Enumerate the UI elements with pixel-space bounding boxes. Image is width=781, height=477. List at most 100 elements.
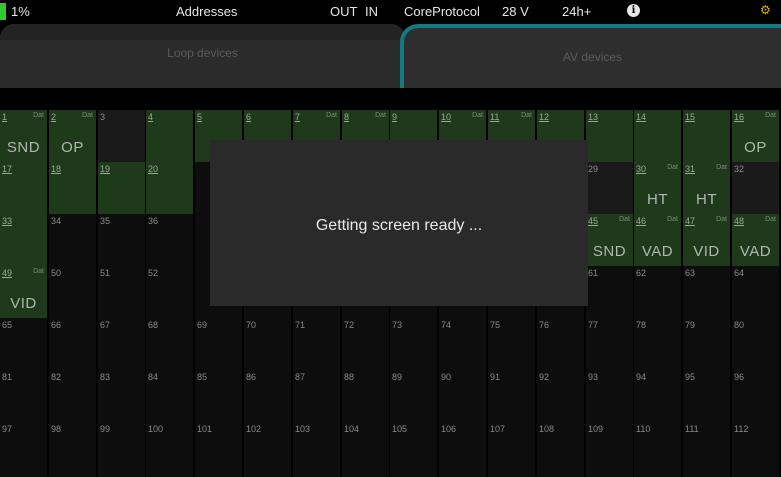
address-cell[interactable]: 83 (98, 370, 145, 425)
address-cell[interactable]: 63 (683, 266, 730, 321)
address-cell[interactable]: 64 (732, 266, 779, 321)
address-number: 10 (441, 112, 452, 122)
address-cell[interactable]: 103 (293, 422, 340, 477)
address-number: 7 (295, 112, 301, 122)
address-cell[interactable]: 105 (390, 422, 437, 477)
address-cell[interactable]: 45 Dat SND (586, 214, 633, 269)
address-cell[interactable]: 61 (586, 266, 633, 321)
address-cell[interactable]: 47 Dat VID (683, 214, 730, 269)
address-cell[interactable]: 1 Dat SND (0, 110, 47, 165)
address-number: 104 (344, 424, 360, 434)
address-cell[interactable]: 111 (683, 422, 730, 477)
address-cell[interactable]: 100 (146, 422, 193, 477)
address-cell[interactable]: 102 (244, 422, 291, 477)
address-cell[interactable]: 20 (146, 162, 193, 217)
address-cell[interactable]: 87 (293, 370, 340, 425)
address-cell[interactable]: 16 Dat OP (732, 110, 779, 165)
address-cell[interactable]: 84 (146, 370, 193, 425)
address-number: 45 (588, 216, 599, 226)
address-cell[interactable]: 31 Dat HT (683, 162, 730, 217)
address-cell[interactable]: 66 (49, 318, 96, 373)
address-cell[interactable]: 2 Dat OP (49, 110, 96, 165)
info-icon[interactable]: i (627, 4, 640, 17)
address-cell[interactable]: 80 (732, 318, 779, 373)
address-cell[interactable]: 104 (342, 422, 389, 477)
address-cell[interactable]: 86 (244, 370, 291, 425)
address-cell[interactable]: 81 (0, 370, 47, 425)
address-cell[interactable]: 48 Dat VAD (732, 214, 779, 269)
address-cell[interactable]: 93 (586, 370, 633, 425)
address-cell[interactable]: 18 (49, 162, 96, 217)
address-cell[interactable]: 69 (195, 318, 242, 373)
address-number: 52 (148, 268, 159, 278)
address-number: 75 (490, 320, 501, 330)
address-cell[interactable]: 34 (49, 214, 96, 269)
address-cell[interactable]: 92 (537, 370, 584, 425)
address-cell[interactable]: 97 (0, 422, 47, 477)
address-cell[interactable]: 79 (683, 318, 730, 373)
address-cell[interactable]: 98 (49, 422, 96, 477)
address-cell[interactable]: 78 (634, 318, 681, 373)
address-cell[interactable]: 17 (0, 162, 47, 217)
address-cell[interactable]: 62 (634, 266, 681, 321)
address-number: 47 (685, 216, 696, 226)
address-number: 61 (588, 268, 599, 278)
address-cell[interactable]: 99 (98, 422, 145, 477)
address-cell[interactable]: 91 (488, 370, 535, 425)
address-cell[interactable]: 110 (634, 422, 681, 477)
address-cell[interactable]: 35 (98, 214, 145, 269)
address-cell[interactable]: 49 Dat VID (0, 266, 47, 321)
address-cell[interactable]: 96 (732, 370, 779, 425)
address-cell[interactable]: 50 (49, 266, 96, 321)
address-number: 51 (100, 268, 111, 278)
address-cell[interactable]: 3 (98, 110, 145, 165)
address-cell[interactable]: 14 (634, 110, 681, 165)
address-cell[interactable]: 72 (342, 318, 389, 373)
out-indicator: OUT (330, 4, 358, 19)
address-cell[interactable]: 52 (146, 266, 193, 321)
address-cell[interactable]: 68 (146, 318, 193, 373)
tab-loop-devices[interactable]: Loop devices (0, 24, 405, 88)
address-cell[interactable]: 32 (732, 162, 779, 217)
address-cell[interactable]: 15 (683, 110, 730, 165)
address-cell[interactable]: 95 (683, 370, 730, 425)
warning-icon[interactable]: ⚙ (760, 3, 771, 17)
address-number: 34 (51, 216, 62, 226)
address-cell[interactable]: 112 (732, 422, 779, 477)
address-cell[interactable]: 107 (488, 422, 535, 477)
address-number: 71 (295, 320, 306, 330)
address-cell[interactable]: 33 (0, 214, 47, 269)
address-cell[interactable]: 4 (146, 110, 193, 165)
address-cell[interactable]: 94 (634, 370, 681, 425)
address-cell[interactable]: 89 (390, 370, 437, 425)
battery-percent: 1% (11, 4, 30, 19)
address-cell[interactable]: 75 (488, 318, 535, 373)
address-cell[interactable]: 29 (586, 162, 633, 217)
address-cell[interactable]: 67 (98, 318, 145, 373)
address-cell[interactable]: 77 (586, 318, 633, 373)
address-cell[interactable]: 36 (146, 214, 193, 269)
address-cell[interactable]: 109 (586, 422, 633, 477)
address-cell[interactable]: 85 (195, 370, 242, 425)
address-cell[interactable]: 13 (586, 110, 633, 165)
address-cell[interactable]: 46 Dat VAD (634, 214, 681, 269)
address-cell[interactable]: 70 (244, 318, 291, 373)
address-number: 84 (148, 372, 159, 382)
address-cell[interactable]: 51 (98, 266, 145, 321)
address-cell[interactable]: 30 Dat HT (634, 162, 681, 217)
address-cell[interactable]: 76 (537, 318, 584, 373)
address-cell[interactable]: 90 (439, 370, 486, 425)
address-cell[interactable]: 108 (537, 422, 584, 477)
address-cell[interactable]: 88 (342, 370, 389, 425)
device-tag: Dat (765, 216, 776, 223)
address-cell[interactable]: 73 (390, 318, 437, 373)
address-cell[interactable]: 19 (98, 162, 145, 217)
address-cell[interactable]: 65 (0, 318, 47, 373)
tab-av-devices[interactable]: AV devices (400, 24, 781, 88)
address-number: 48 (734, 216, 745, 226)
address-cell[interactable]: 74 (439, 318, 486, 373)
address-cell[interactable]: 71 (293, 318, 340, 373)
address-cell[interactable]: 82 (49, 370, 96, 425)
address-cell[interactable]: 106 (439, 422, 486, 477)
address-cell[interactable]: 101 (195, 422, 242, 477)
